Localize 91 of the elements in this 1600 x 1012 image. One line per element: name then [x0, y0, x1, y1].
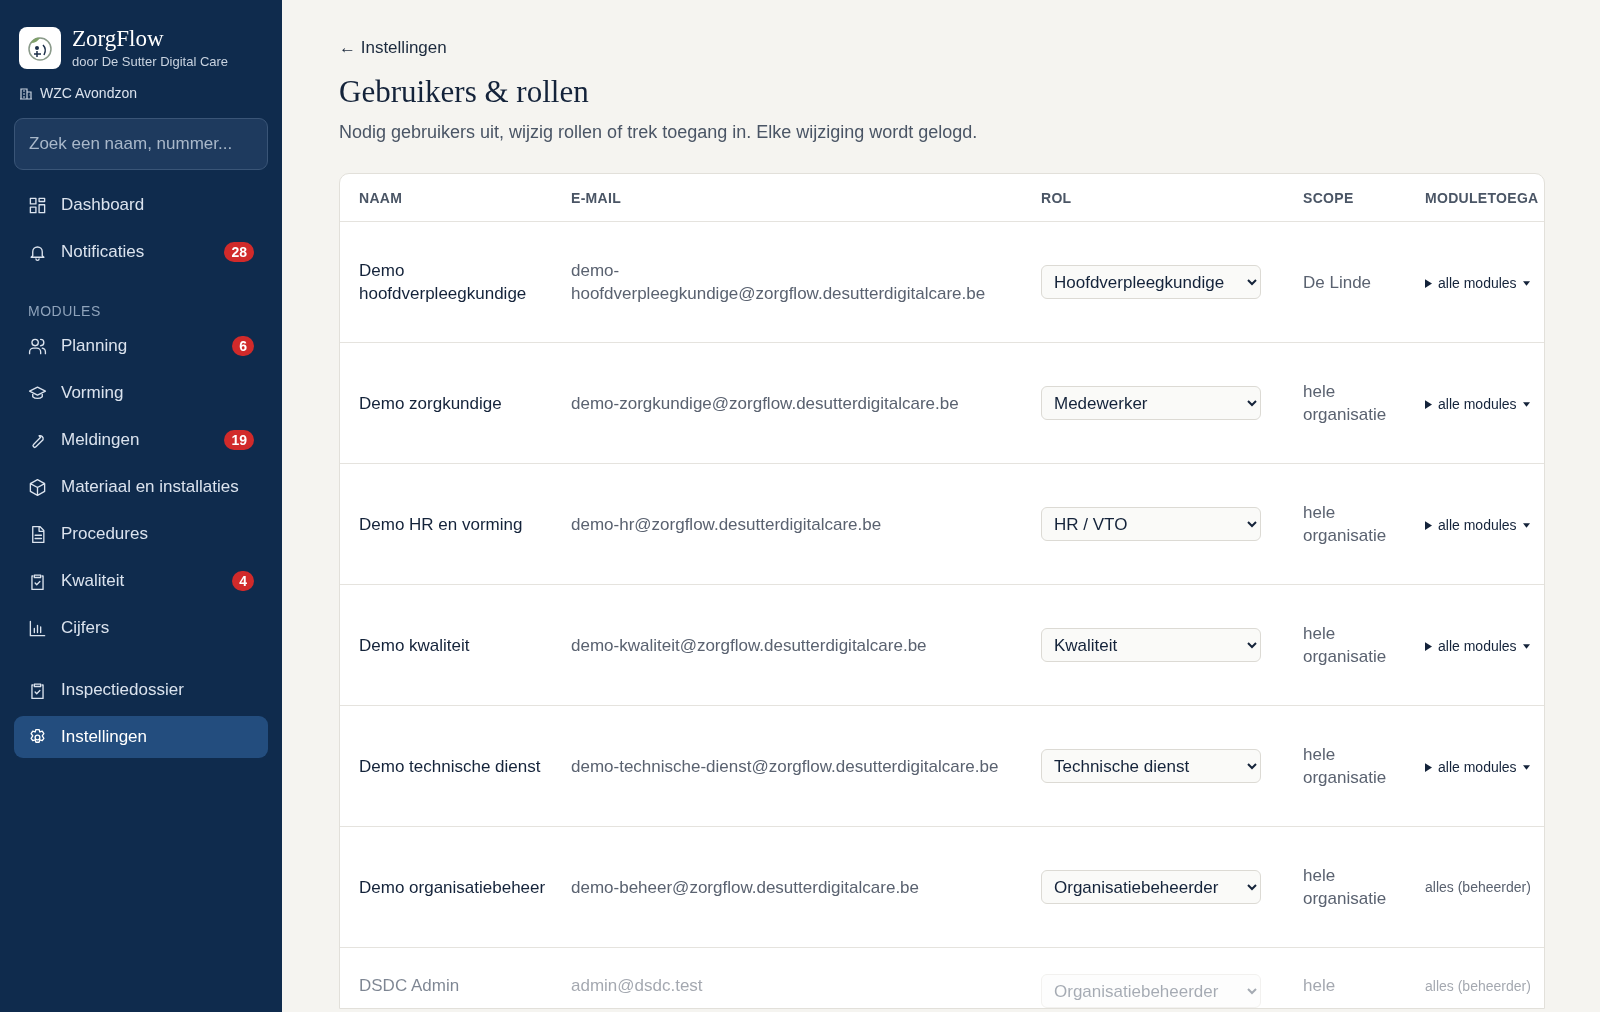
- column-header: ROL: [1040, 189, 1072, 206]
- module-access-toggle[interactable]: alle modules: [1425, 638, 1530, 654]
- caret-icon: [1522, 643, 1530, 649]
- nav-label: Notificaties: [61, 242, 146, 263]
- user-name: Demo kwaliteit: [358, 634, 471, 657]
- user-scope: hele organisatie: [1302, 623, 1388, 668]
- nav-label: Inspectiedossier: [61, 680, 185, 701]
- clipboard-check-icon: [28, 680, 47, 700]
- user-scope: De Linde: [1302, 271, 1373, 294]
- module-access: alles (beheerder): [1425, 879, 1531, 895]
- nav-label: Planning: [61, 336, 129, 357]
- module-access: alles (beheerder): [1425, 978, 1531, 994]
- user-name: Demo technische dienst: [358, 755, 542, 778]
- section-heading: MODULES: [27, 302, 102, 322]
- nav-item[interactable]: Vorming: [14, 372, 268, 415]
- role-select[interactable]: Hoofdverpleegkundige: [1041, 265, 1261, 299]
- nav-item[interactable]: Procedures: [14, 513, 268, 556]
- page-title: Gebruikers & rollen: [339, 74, 590, 110]
- expand-triangle-icon: [1425, 762, 1432, 772]
- nav-item[interactable]: Inspectiedossier: [14, 669, 268, 712]
- caret-icon: [1522, 401, 1530, 407]
- box-icon: [28, 477, 47, 497]
- expand-triangle-icon: [1425, 520, 1432, 530]
- role-select[interactable]: Organisatiebeheerder: [1041, 870, 1261, 904]
- nav-item[interactable]: Materiaal en installaties: [14, 466, 268, 509]
- role-select[interactable]: Technische dienst: [1041, 749, 1261, 783]
- building-icon: [19, 86, 33, 101]
- nav-item[interactable]: Planning 6: [14, 325, 268, 368]
- user-email: demo-beheer@zorgflow.desutterdigitalcare.be: [570, 876, 920, 899]
- module-access-toggle[interactable]: alle modules: [1425, 759, 1530, 775]
- brand-tagline: door De Sutter Digital Care: [72, 54, 229, 70]
- user-scope: hele organisatie: [1302, 744, 1388, 789]
- user-scope: hele organisatie: [1302, 381, 1388, 426]
- user-name: Demo hoofdverpleegkundige: [358, 260, 528, 305]
- page-subtitle: Nodig gebruikers uit, wijzig rollen of trek toegang in. Elke wijziging wordt gelogd.: [339, 122, 979, 143]
- dashboard-icon: [28, 195, 47, 215]
- count-badge: 6: [232, 336, 254, 357]
- expand-triangle-icon: [1425, 399, 1432, 409]
- column-header: NAAM: [358, 189, 403, 206]
- user-name: Demo zorgkundige: [358, 392, 503, 415]
- count-badge: 4: [232, 571, 254, 592]
- module-access-toggle[interactable]: alle modules: [1425, 275, 1530, 291]
- nav-label: Instellingen: [61, 727, 148, 748]
- back-link[interactable]: ← Instellingen: [339, 38, 447, 58]
- count-badge: 28: [224, 242, 254, 263]
- nav-item[interactable]: Kwaliteit 4: [14, 560, 268, 603]
- module-access-toggle[interactable]: alle modules: [1425, 396, 1530, 412]
- caret-icon: [1522, 522, 1530, 528]
- nav-item[interactable]: Notificaties 28: [14, 231, 268, 274]
- logo-icon: [19, 26, 61, 69]
- facility-name: WZC Avondzon: [40, 85, 137, 102]
- nav-label: Procedures: [61, 524, 149, 545]
- user-email: demo-technische-dienst@zorgflow.desutterdigitalcare.be: [570, 755, 1000, 778]
- user-email: demo-zorgkundige@zorgflow.desutterdigitalcare.be: [570, 392, 960, 415]
- column-header: E-MAIL: [570, 189, 621, 206]
- role-select[interactable]: Medewerker: [1041, 386, 1261, 420]
- column-header: SCOPE: [1302, 189, 1354, 206]
- nav-label: Kwaliteit: [61, 571, 126, 592]
- expand-triangle-icon: [1425, 641, 1432, 651]
- user-email: demo-kwaliteit@zorgflow.desutterdigitalcare.be: [570, 634, 928, 657]
- user-name: Demo HR en vorming: [358, 513, 524, 536]
- count-badge: 19: [224, 430, 254, 451]
- expand-triangle-icon: [1425, 278, 1432, 288]
- column-header: MODULETOEGA: [1424, 189, 1539, 206]
- user-scope: hele: [1302, 975, 1337, 997]
- user-name: Demo organisatiebeheer: [358, 876, 547, 899]
- user-name: DSDC Admin: [358, 975, 461, 997]
- caret-icon: [1522, 280, 1530, 286]
- nav-label: Materiaal en installaties: [61, 477, 240, 498]
- user-email: admin@dsdc.test: [570, 975, 704, 997]
- nav-label: Vorming: [61, 383, 125, 404]
- nav-item[interactable]: Instellingen: [14, 716, 268, 759]
- user-scope: hele organisatie: [1302, 502, 1388, 547]
- nav-item[interactable]: Meldingen 19: [14, 419, 268, 462]
- search-field[interactable]: Zoek een naam, nummer...: [14, 118, 268, 171]
- clipboard-icon: [28, 571, 47, 591]
- nav-label: Cijfers: [61, 618, 111, 639]
- role-select[interactable]: Kwaliteit: [1041, 628, 1261, 662]
- nav-item[interactable]: Dashboard: [14, 184, 268, 227]
- user-scope: hele organisatie: [1302, 865, 1388, 910]
- user-email: demo-hr@zorgflow.desutterdigitalcare.be: [570, 513, 883, 536]
- user-email: demo-hoofdverpleegkundige@zorgflow.desutterdigitalcare.be: [570, 260, 987, 305]
- caret-icon: [1522, 764, 1530, 770]
- role-select[interactable]: HR / VTO: [1041, 507, 1261, 541]
- nav-label: Dashboard: [61, 195, 146, 216]
- bar-chart-icon: [28, 618, 47, 638]
- nav-label: Meldingen: [61, 430, 141, 451]
- module-access-toggle[interactable]: alle modules: [1425, 517, 1530, 533]
- people-icon: [28, 336, 47, 356]
- nav-item[interactable]: Cijfers: [14, 607, 268, 650]
- brand-name: ZorgFlow: [72, 26, 165, 52]
